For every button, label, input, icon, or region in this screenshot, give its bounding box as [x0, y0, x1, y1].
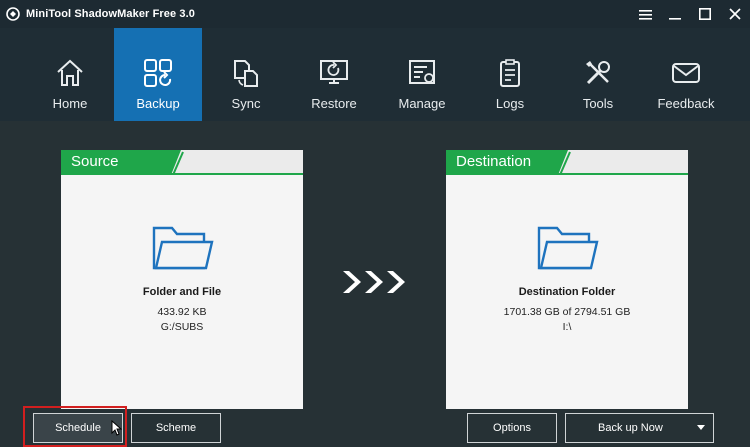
minimize-icon: [669, 18, 681, 20]
nav-sync-label: Sync: [231, 96, 261, 111]
nav-manage-label: Manage: [398, 96, 446, 111]
source-body: Folder and File 433.92 KB G:/SUBS: [61, 175, 303, 409]
nav-backup[interactable]: Backup: [114, 28, 202, 121]
title-bar: MiniTool ShadowMaker Free 3.0: [0, 0, 750, 28]
menu-button[interactable]: [630, 0, 660, 28]
nav-feedback-label: Feedback: [657, 96, 715, 111]
options-button[interactable]: Options: [467, 413, 557, 443]
mouse-cursor-icon: [111, 420, 122, 436]
source-title: Source: [71, 153, 119, 170]
back-up-now-label: Back up Now: [598, 422, 663, 434]
scheme-button[interactable]: Scheme: [131, 413, 221, 443]
direction-arrows-icon: [343, 271, 405, 293]
sync-icon: [234, 60, 258, 87]
backup-panel: Source Folder and File 433.92 KB G:/SUBS…: [0, 121, 750, 447]
source-path: G:/SUBS: [160, 321, 204, 333]
nav-manage[interactable]: Manage: [378, 28, 466, 121]
chevron-down-icon[interactable]: [697, 425, 705, 431]
source-header: Source: [61, 150, 303, 175]
nav-home-label: Home: [52, 96, 88, 111]
tools-icon: [586, 61, 610, 85]
minimize-button[interactable]: [660, 0, 690, 28]
home-icon: [57, 59, 83, 86]
menu-icon: [638, 9, 652, 20]
destination-size: 1701.38 GB of 2794.51 GB: [503, 306, 631, 318]
destination-header: Destination: [446, 150, 688, 175]
main-nav: Home Backup Sync Restore Manage Logs Too…: [0, 28, 750, 121]
back-up-now-button[interactable]: Back up Now: [565, 413, 714, 443]
destination-body: Destination Folder 1701.38 GB of 2794.51…: [446, 175, 688, 409]
nav-home[interactable]: Home: [26, 28, 114, 121]
source-card[interactable]: Source Folder and File 433.92 KB G:/SUBS: [61, 150, 303, 409]
folder-icon: [152, 226, 214, 270]
maximize-icon: [699, 8, 711, 20]
restore-icon: [320, 60, 348, 84]
nav-tools-label: Tools: [582, 96, 614, 111]
destination-title: Destination: [456, 153, 532, 170]
window-controls: [630, 0, 750, 28]
nav-logs-label: Logs: [495, 96, 525, 111]
nav-feedback[interactable]: Feedback: [642, 28, 730, 121]
logs-icon: [500, 59, 520, 87]
manage-icon: [409, 60, 435, 84]
nav-logs[interactable]: Logs: [466, 28, 554, 121]
source-name: Folder and File: [142, 286, 222, 298]
nav-sync[interactable]: Sync: [202, 28, 290, 121]
nav-backup-label: Backup: [136, 96, 180, 111]
nav-restore-label: Restore: [311, 96, 357, 111]
destination-name: Destination Folder: [518, 286, 616, 298]
maximize-button[interactable]: [690, 0, 720, 28]
nav-restore[interactable]: Restore: [290, 28, 378, 121]
destination-path: I:\: [562, 321, 572, 333]
window-title: MiniTool ShadowMaker Free 3.0: [26, 8, 195, 20]
folder-icon: [537, 226, 599, 270]
nav-tools[interactable]: Tools: [554, 28, 642, 121]
destination-card[interactable]: Destination Destination Folder 1701.38 G…: [446, 150, 688, 409]
backup-icon: [144, 59, 172, 87]
close-button[interactable]: [720, 0, 750, 28]
app-logo-icon: [6, 7, 20, 21]
close-icon: [729, 8, 741, 20]
feedback-icon: [672, 63, 700, 83]
source-size: 433.92 KB: [157, 306, 207, 318]
